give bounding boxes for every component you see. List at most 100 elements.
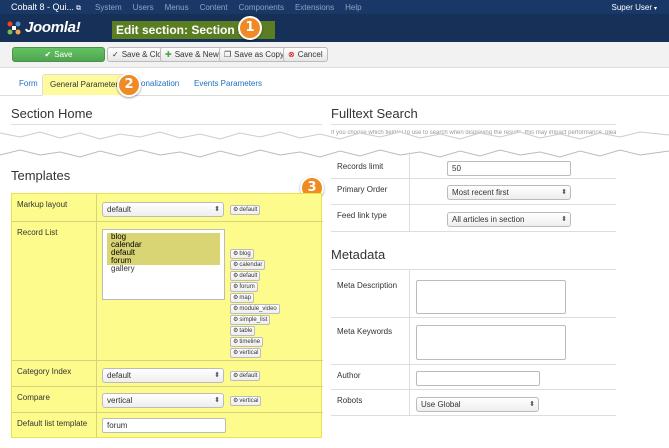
record-list-blog-button[interactable]: ⚙blog (230, 249, 254, 259)
robots-row: Robots Use Global ⬍ (331, 390, 616, 416)
tab-form[interactable]: Form (12, 74, 45, 96)
admin-menu: System Users Menus Content Components Ex… (95, 3, 362, 12)
default-list-template-input[interactable]: forum (102, 418, 226, 433)
select-arrows-icon: ⬍ (561, 216, 567, 223)
fulltext-search-heading: Fulltext Search (331, 106, 418, 121)
gear-icon: ⚙ (233, 207, 239, 213)
copy-icon: ❐ (224, 50, 232, 59)
compare-select[interactable]: vertical ⬍ (102, 393, 224, 408)
record-list-listbox[interactable]: blog calendar default forum gallery (102, 229, 225, 300)
record-list-vertical-button[interactable]: ⚙vertical (230, 348, 262, 358)
markup-layout-label: Markup layout (17, 200, 68, 209)
feed-link-type-label: Feed link type (337, 211, 387, 220)
joomla-icon (7, 21, 21, 34)
record-list-map-button[interactable]: ⚙map (230, 293, 255, 303)
meta-description-textarea[interactable] (416, 280, 566, 314)
save-copy-button[interactable]: ❐ Save as Copy (219, 47, 289, 62)
gear-icon: ⚙ (233, 339, 239, 345)
category-index-select[interactable]: default ⬍ (102, 368, 224, 383)
gear-icon: ⚙ (233, 284, 239, 290)
markup-layout-default-button[interactable]: ⚙default (230, 205, 261, 215)
menu-extensions[interactable]: Extensions (295, 3, 334, 12)
cancel-button[interactable]: ⊗ Cancel (283, 47, 328, 62)
gear-icon: ⚙ (233, 317, 239, 323)
cancel-icon: ⊗ (288, 50, 295, 59)
select-arrows-icon: ⬍ (214, 397, 220, 404)
check-icon: ✓ (112, 50, 119, 59)
menu-users[interactable]: Users (133, 3, 154, 12)
record-list-module-video-button[interactable]: ⚙module_video (230, 304, 280, 314)
record-list-table-button[interactable]: ⚙table (230, 326, 256, 336)
gear-icon: ⚙ (233, 295, 239, 301)
select-arrows-icon: ⬍ (214, 206, 220, 213)
markup-layout-select[interactable]: default ⬍ (102, 202, 224, 217)
select-arrows-icon: ⬍ (529, 401, 535, 408)
caret-down-icon: ▾ (653, 6, 657, 12)
tab-bar: Form General Parameters sonalization Eve… (0, 68, 669, 97)
gear-icon: ⚙ (233, 251, 239, 257)
templates-panel: Markup layout default ⬍ ⚙default Record L… (11, 193, 323, 438)
templates-heading: Templates (11, 168, 71, 183)
user-menu[interactable]: Super User ▾ (612, 3, 657, 12)
author-label: Author (337, 371, 361, 380)
metadata-heading: Metadata (331, 247, 386, 262)
gear-icon: ⚙ (233, 373, 239, 379)
menu-components[interactable]: Components (239, 3, 284, 12)
fulltext-settings-table: Records limit 50 Primary Order Most rece… (331, 152, 616, 232)
meta-keywords-textarea[interactable] (416, 325, 566, 360)
gear-icon: ⚙ (233, 328, 239, 334)
menu-menus[interactable]: Menus (165, 3, 189, 12)
record-list-forum-button[interactable]: ⚙forum (230, 282, 258, 292)
robots-select[interactable]: Use Global ⬍ (416, 397, 539, 412)
save-button[interactable]: ✔ Save (12, 47, 105, 62)
records-limit-label: Records limit (337, 162, 384, 171)
list-option-gallery[interactable]: gallery (107, 265, 220, 273)
author-input[interactable] (416, 371, 540, 386)
meta-description-label: Meta Description (337, 281, 398, 290)
meta-description-row: Meta Description (331, 270, 616, 318)
section-home-heading: Section Home (11, 106, 93, 121)
default-list-template-row: Default list template forum (12, 413, 323, 438)
record-list-label: Record List (17, 228, 58, 237)
external-link-icon: ⧉ (76, 5, 82, 12)
category-index-row: Category Index default ⬍ ⚙default (12, 361, 323, 387)
step-badge-2: 2 (117, 73, 141, 97)
page-header: Joomla! Edit section: Section 1 1 (0, 14, 669, 42)
markup-layout-row: Markup layout default ⬍ ⚙default (12, 194, 323, 222)
meta-keywords-label: Meta Keywords (337, 327, 393, 336)
save-new-button[interactable]: ✚ Save & New (160, 47, 224, 62)
check-icon: ✔ (44, 50, 52, 59)
records-limit-input[interactable]: 50 (447, 161, 571, 176)
feed-link-type-select[interactable]: All articles in section ⬍ (447, 212, 571, 227)
gear-icon: ⚙ (233, 273, 239, 279)
select-arrows-icon: ⬍ (561, 189, 567, 196)
tab-events-parameters[interactable]: Events Parameters (187, 74, 269, 96)
record-list-timeline-button[interactable]: ⚙timeline (230, 337, 264, 347)
menu-help[interactable]: Help (345, 3, 361, 12)
menu-content[interactable]: Content (200, 3, 228, 12)
records-limit-row: Records limit 50 (331, 152, 616, 179)
gear-icon: ⚙ (233, 262, 239, 268)
primary-order-select[interactable]: Most recent first ⬍ (447, 185, 571, 200)
feed-link-type-row: Feed link type All articles in section ⬍ (331, 205, 616, 232)
menu-system[interactable]: System (95, 3, 122, 12)
robots-label: Robots (337, 396, 363, 405)
metadata-table: Meta Description Meta Keywords Author Ro… (331, 269, 616, 416)
site-link[interactable]: Cobalt 8 - Qui... ⧉ (11, 2, 81, 13)
logo-text: Joomla! (25, 19, 81, 36)
category-index-default-button[interactable]: ⚙default (230, 371, 261, 381)
admin-top-nav: Cobalt 8 - Qui... ⧉ System Users Menus Co… (0, 0, 669, 14)
record-list-simple-list-button[interactable]: ⚙simple_list (230, 315, 271, 325)
record-list-default-button[interactable]: ⚙default (230, 271, 261, 281)
record-list-calendar-button[interactable]: ⚙calendar (230, 260, 266, 270)
primary-order-label: Primary Order (337, 185, 388, 194)
gear-icon: ⚙ (233, 306, 239, 312)
default-list-template-label: Default list template (17, 419, 88, 428)
joomla-logo: Joomla! (6, 19, 81, 36)
select-arrows-icon: ⬍ (214, 372, 220, 379)
plus-icon: ✚ (165, 50, 172, 59)
compare-vertical-button[interactable]: ⚙vertical (230, 396, 262, 406)
category-index-label: Category Index (17, 367, 72, 376)
author-row: Author (331, 365, 616, 390)
meta-keywords-row: Meta Keywords (331, 318, 616, 365)
